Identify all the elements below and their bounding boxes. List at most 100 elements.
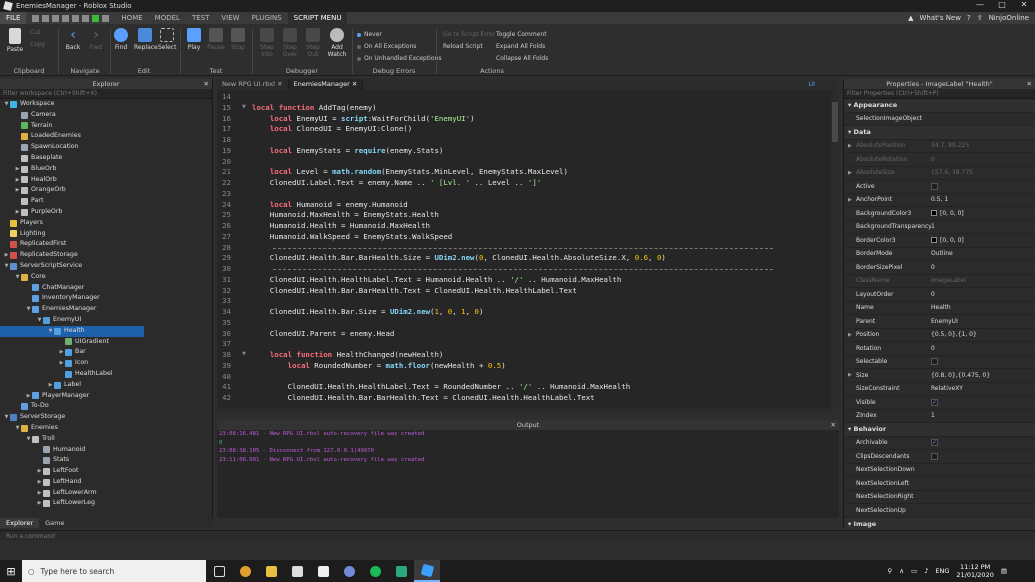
tree-item[interactable]: ▼ Health: [0, 325, 144, 337]
checkbox[interactable]: ✓: [931, 398, 938, 406]
reload-script[interactable]: Reload Script: [443, 43, 483, 50]
tree-item[interactable]: ▼ EnemyUI: [0, 315, 212, 326]
tree-item[interactable]: Players: [0, 218, 212, 229]
code-line[interactable]: local Level = math.random(EnemyStats.Min…: [252, 167, 568, 176]
clock[interactable]: 11:12 PM 21/01/2020: [956, 563, 993, 579]
property-value[interactable]: [0, 0, 0]: [940, 237, 964, 244]
property-row[interactable]: BorderMode Outline: [844, 248, 1035, 261]
property-row[interactable]: BackgroundColor3 [0, 0, 0]: [844, 207, 1035, 221]
property-value[interactable]: ImageLabel: [931, 277, 966, 284]
tree-item[interactable]: Terrain: [0, 121, 212, 132]
tree-item[interactable]: ▶ LeftHand: [0, 477, 212, 488]
explorer-filter-input[interactable]: Filter workspace (Ctrl+Shift+X): [0, 89, 212, 99]
app-button[interactable]: [388, 560, 414, 582]
user-name[interactable]: NinjoOnline: [989, 14, 1029, 22]
redo-icon[interactable]: [62, 14, 70, 22]
expand-arrow-icon[interactable]: ▶: [14, 164, 21, 175]
step-over-button[interactable]: Step Over: [281, 28, 299, 58]
chrome-button[interactable]: [232, 560, 258, 582]
expand-arrow-icon[interactable]: ▶: [14, 207, 21, 218]
tree-item[interactable]: ▶ LeftLowerArm: [0, 488, 212, 499]
fold-arrow-icon[interactable]: ▼: [242, 351, 246, 357]
tree-item[interactable]: ▼ Troll: [0, 434, 212, 445]
close-icon[interactable]: ✕: [1027, 79, 1032, 89]
network-icon[interactable]: ▭: [911, 567, 917, 575]
tree-item[interactable]: ▶ Bar: [0, 347, 212, 358]
property-row[interactable]: BorderColor3 [0, 0, 0]: [844, 234, 1035, 248]
tree-item[interactable]: ▶ ReplicatedStorage: [0, 250, 212, 261]
expand-arrow-icon[interactable]: ▶: [36, 498, 43, 509]
expand-arrow-icon[interactable]: ▶: [36, 488, 43, 499]
expand-arrow-icon[interactable]: ▼: [3, 412, 10, 423]
color-swatch[interactable]: [931, 210, 937, 217]
property-value[interactable]: 0.5, 1: [931, 196, 948, 203]
tree-item[interactable]: SpawnLocation: [0, 142, 212, 153]
tree-item[interactable]: LoadedEnemies: [0, 131, 212, 142]
tree-item[interactable]: ▶ LeftLowerLeg: [0, 498, 212, 509]
cut-button[interactable]: Cut: [30, 29, 40, 36]
property-row[interactable]: NextSelectionRight: [844, 491, 1035, 504]
property-row[interactable]: ▶ Position {0.5, 0},{1, 0}: [844, 329, 1035, 342]
dropdown-icon[interactable]: [102, 14, 110, 22]
step-out-button[interactable]: Step Out: [304, 28, 322, 58]
pause-button[interactable]: Pause: [207, 28, 225, 51]
code-line[interactable]: ClonedUI.Health.Bar.BarHealth.Size = UDi…: [252, 253, 666, 262]
on-all-exceptions-option[interactable]: On All Exceptions: [357, 43, 416, 50]
tab-test[interactable]: TEST: [186, 12, 215, 24]
expand-arrow-icon[interactable]: ▶: [14, 185, 21, 196]
select-button[interactable]: Select: [158, 28, 177, 51]
property-value[interactable]: {0.8, 0},{0.475, 0}: [931, 372, 990, 379]
tree-item[interactable]: ▶ BlueOrb: [0, 164, 212, 175]
people-icon[interactable]: ⚲: [888, 567, 893, 575]
save-icon[interactable]: [42, 14, 50, 22]
expand-arrow-icon[interactable]: ▶: [848, 170, 852, 176]
collapse-all-folds[interactable]: Collapse All Folds: [496, 55, 548, 62]
code-line[interactable]: local EnemyStats = require(enemy.Stats): [252, 146, 444, 155]
undo-icon[interactable]: [52, 14, 60, 22]
property-row[interactable]: Selectable: [844, 356, 1035, 369]
expand-arrow-icon[interactable]: ▶: [848, 143, 852, 149]
property-category[interactable]: ▾ Appearance: [844, 99, 1035, 113]
property-value[interactable]: 157.6, 38.775: [931, 169, 973, 176]
property-value[interactable]: 0: [931, 264, 935, 271]
expand-arrow-icon[interactable]: ▶: [3, 250, 10, 261]
property-value[interactable]: Health: [931, 304, 951, 311]
expand-arrow-icon[interactable]: ▼: [3, 261, 10, 272]
property-category[interactable]: ▾ Image: [844, 517, 1035, 531]
tree-item[interactable]: ▶ Label: [0, 380, 212, 391]
editor-vertical-scrollbar[interactable]: [831, 90, 839, 408]
expand-arrow-icon[interactable]: ▶: [36, 477, 43, 488]
property-value[interactable]: {0.5, 0},{1, 0}: [931, 331, 977, 338]
on-unhandled-option[interactable]: On Unhandled Exceptions: [357, 55, 441, 62]
quick-play-icon[interactable]: [92, 14, 100, 22]
property-row[interactable]: NextSelectionUp: [844, 504, 1035, 518]
tree-item[interactable]: ▼ Core: [0, 272, 212, 283]
color-swatch[interactable]: [931, 237, 937, 244]
property-row[interactable]: SizeConstraint RelativeXY: [844, 383, 1035, 396]
property-value[interactable]: 1: [931, 223, 935, 230]
tree-item[interactable]: Part: [0, 196, 212, 207]
close-tab-icon[interactable]: ✕: [352, 80, 357, 88]
property-row[interactable]: ▶ AbsolutePosition 94.7, 89.225: [844, 140, 1035, 153]
tab-new-rpg-ui[interactable]: New RPG UI.rbxl ✕: [217, 79, 289, 90]
language-indicator[interactable]: ENG: [935, 567, 949, 575]
property-value[interactable]: 94.7, 89.225: [931, 142, 969, 149]
paste-button[interactable]: Paste: [5, 28, 25, 53]
find-button[interactable]: Find: [113, 28, 129, 51]
command-bar-input[interactable]: Run a command: [0, 530, 1035, 541]
property-value[interactable]: 0: [931, 345, 935, 352]
expand-arrow-icon[interactable]: ▶: [58, 347, 65, 358]
expand-arrow-icon[interactable]: ▶: [848, 372, 852, 378]
code-line[interactable]: ClonedUI.Health.Bar.BarHealth.Text = Clo…: [252, 393, 595, 402]
expand-arrow-icon[interactable]: ▶: [14, 175, 21, 186]
tab-script-menu[interactable]: SCRIPT MENU: [287, 12, 348, 24]
property-row[interactable]: BackgroundTransparency 1: [844, 221, 1035, 234]
checkbox[interactable]: [931, 452, 938, 460]
stop-button[interactable]: Stop: [230, 28, 246, 51]
tab-enemies-manager[interactable]: EnemiesManager ✕: [288, 79, 364, 90]
tree-item[interactable]: ▶ HealOrb: [0, 175, 212, 186]
code-line[interactable]: ClonedUI.Health.Bar.BarHealth.Text = Clo…: [252, 286, 577, 295]
property-row[interactable]: BorderSizePixel 0: [844, 261, 1035, 275]
roblox-studio-button[interactable]: [414, 560, 440, 582]
property-value[interactable]: RelativeXY: [931, 385, 963, 392]
